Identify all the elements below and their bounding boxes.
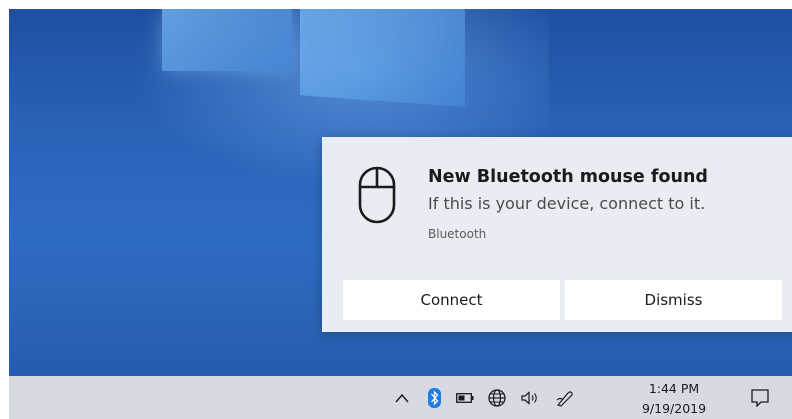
clock-date: 9/19/2019 [641, 401, 707, 416]
bluetooth-tray-button[interactable] [422, 376, 446, 419]
bluetooth-icon [427, 387, 441, 408]
connect-button[interactable]: Connect [343, 280, 560, 320]
action-center-icon [751, 388, 769, 407]
pen-workspace-button[interactable] [552, 376, 578, 419]
bluetooth-notification[interactable]: New Bluetooth mouse found If this is you… [322, 137, 792, 332]
network-globe-icon [488, 388, 506, 407]
chevron-up-icon [395, 393, 409, 402]
desktop: New Bluetooth mouse found If this is you… [9, 9, 792, 419]
mouse-icon [358, 166, 396, 224]
clock-time: 1:44 PM [648, 381, 700, 396]
speaker-icon [521, 390, 537, 405]
dismiss-button[interactable]: Dismiss [565, 280, 782, 320]
notification-title: New Bluetooth mouse found [428, 167, 708, 187]
clock[interactable]: 1:44 PM 9/19/2019 [639, 379, 709, 419]
action-center-button[interactable] [745, 376, 775, 419]
taskbar: 1:44 PM 9/19/2019 [9, 376, 792, 419]
battery-icon [456, 392, 474, 403]
volume-tray-button[interactable] [518, 376, 542, 419]
network-tray-button[interactable] [484, 376, 510, 419]
notification-source: Bluetooth [428, 227, 487, 241]
windows-logo-pane-right [300, 9, 465, 107]
show-hidden-icons-button[interactable] [390, 376, 414, 419]
notification-body: If this is your device, connect to it. [428, 194, 706, 213]
battery-tray-button[interactable] [453, 376, 477, 419]
pen-icon [556, 390, 573, 407]
windows-logo-pane-left [162, 9, 292, 71]
